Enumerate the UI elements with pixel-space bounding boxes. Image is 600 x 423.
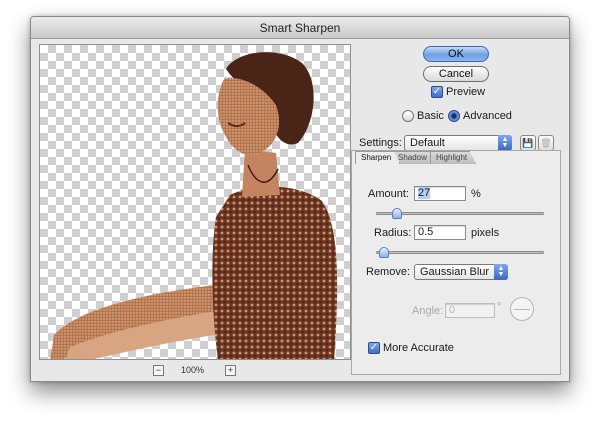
zoom-in-button[interactable]: + (225, 365, 236, 376)
amount-unit: % (471, 188, 481, 200)
ok-button[interactable]: OK (423, 46, 489, 62)
radius-slider-thumb[interactable] (379, 247, 389, 258)
basic-radio[interactable] (402, 110, 414, 122)
angle-value: 0 (449, 304, 456, 316)
settings-label: Settings: (359, 137, 402, 149)
zoom-out-button[interactable]: − (153, 365, 164, 376)
up-down-arrows-icon: ▲ ▼ (494, 264, 508, 280)
settings-group: Sharpen Shadow Highlight Amount: 27 % Ra… (351, 150, 561, 375)
tab-highlight[interactable]: Highlight (430, 151, 477, 164)
amount-label: Amount: (368, 188, 409, 200)
remove-value: Gaussian Blur (420, 266, 490, 278)
radius-value: 0.5 (418, 226, 434, 238)
tab-strip: Sharpen Shadow Highlight (352, 151, 560, 165)
angle-label: Angle: (412, 305, 444, 317)
cancel-button[interactable]: Cancel (423, 66, 489, 82)
radius-slider-track[interactable] (376, 251, 544, 254)
advanced-label: Advanced (463, 110, 512, 122)
trash-icon[interactable]: 🗑 (538, 135, 554, 151)
up-down-arrows-icon: ▲ ▼ (498, 135, 512, 151)
checkmark-icon: ✓ (432, 86, 442, 97)
settings-popup[interactable]: Default ▲ ▼ (404, 135, 512, 151)
settings-value: Default (410, 137, 445, 149)
checkmark-icon: ✓ (369, 342, 379, 353)
disk-icon[interactable]: 💾 (520, 135, 536, 151)
zoom-bar: − 100% + (39, 363, 351, 379)
preview-canvas[interactable] (39, 44, 351, 360)
preview-photo (50, 52, 338, 359)
amount-value: 27 (418, 187, 431, 199)
preview-label: Preview (446, 86, 486, 98)
amount-field[interactable]: 27 (414, 186, 466, 201)
amount-slider-thumb[interactable] (392, 208, 403, 219)
zoom-level: 100% (181, 365, 205, 375)
preview-checkbox[interactable]: ✓ (431, 86, 443, 98)
advanced-radio[interactable] (448, 110, 460, 122)
angle-field[interactable]: 0 (445, 303, 495, 318)
remove-popup[interactable]: Gaussian Blur ▲ ▼ (414, 264, 508, 280)
smart-sharpen-dialog: Smart Sharpen − 100% + OK Cancel ✓ Previ… (30, 16, 570, 382)
radius-field[interactable]: 0.5 (414, 225, 466, 240)
remove-label: Remove: (366, 266, 411, 278)
radius-label: Radius: (374, 227, 412, 239)
angle-unit: ° (497, 301, 502, 313)
more-accurate-checkbox[interactable]: ✓ (368, 342, 380, 354)
more-accurate-label: More Accurate (383, 342, 454, 354)
angle-dial-icon[interactable] (510, 297, 534, 321)
basic-label: Basic (417, 110, 444, 122)
window-title: Smart Sharpen (31, 17, 569, 39)
tab-sharpen[interactable]: Sharpen (355, 151, 401, 164)
radius-unit: pixels (471, 227, 500, 239)
